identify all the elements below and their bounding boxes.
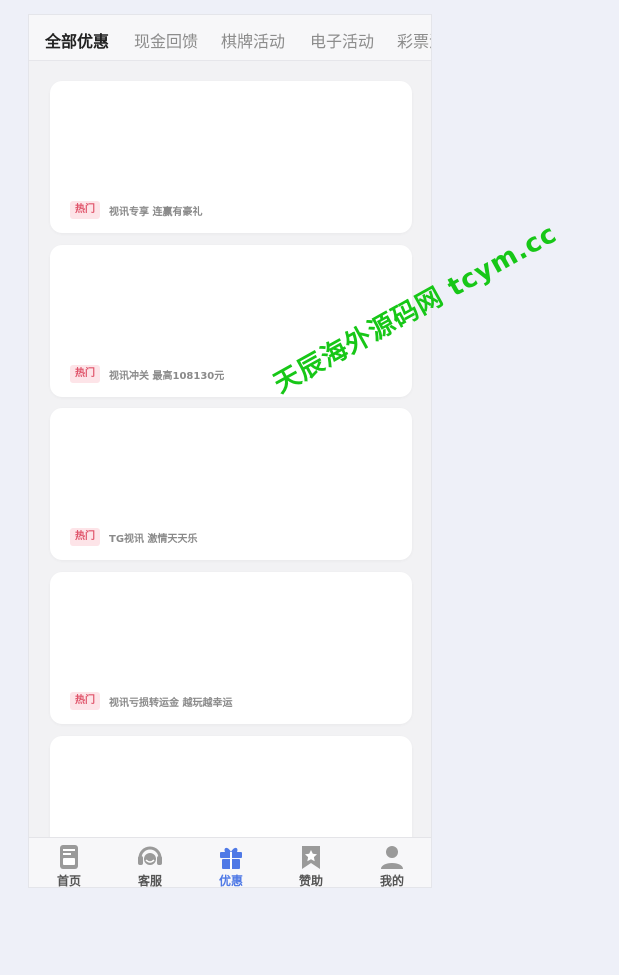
tabbar-service[interactable]: 客服 [120, 844, 180, 888]
tab-electronic[interactable]: 电子活动 [310, 31, 374, 53]
tabbar-sponsor[interactable]: 赞助 [281, 844, 341, 888]
card-footer: 热门 视讯专享 连赢有豪礼 [70, 201, 202, 219]
category-tabs: 全部优惠 现金回馈 棋牌活动 电子活动 彩票活动 [29, 15, 431, 61]
tab-lottery[interactable]: 彩票活动 [397, 31, 431, 53]
tabbar-label: 客服 [137, 874, 162, 888]
tabbar-label: 优惠 [218, 874, 243, 888]
promotion-card[interactable]: 热门 视讯专享 连赢有豪礼 [50, 81, 412, 233]
tabbar-label: 赞助 [298, 874, 323, 888]
tabbar-promotions[interactable]: 优惠 [201, 844, 261, 888]
hot-badge: 热门 [70, 528, 100, 546]
promotion-title: TG视讯 激情天天乐 [109, 533, 198, 545]
promotion-card[interactable]: 热门 视讯亏损转运金 越玩越幸运 [50, 572, 412, 724]
promotion-title: 视讯亏损转运金 越玩越幸运 [109, 697, 233, 709]
bottom-tab-bar: 首页 客服 优惠 赞助 我的 [29, 837, 431, 888]
card-footer: 热门 视讯冲关 最高108130元 [70, 365, 224, 383]
hot-badge: 热门 [70, 201, 100, 219]
app-frame: 全部优惠 现金回馈 棋牌活动 电子活动 彩票活动 热门 视讯专享 连赢有豪礼 热… [28, 14, 432, 888]
tabbar-label: 首页 [56, 874, 81, 888]
gift-icon [220, 847, 242, 869]
promotion-title: 视讯专享 连赢有豪礼 [109, 206, 203, 218]
bookmark-star-icon [302, 846, 320, 869]
promotion-card[interactable]: 热门 TG视讯 激情天天乐 [50, 408, 412, 560]
tabbar-label: 我的 [379, 874, 404, 888]
user-icon [381, 846, 403, 869]
card-footer: 热门 视讯亏损转运金 越玩越幸运 [70, 692, 232, 710]
promotion-title: 视讯冲关 最高108130元 [109, 370, 225, 382]
hot-badge: 热门 [70, 692, 100, 710]
tabbar-mine[interactable]: 我的 [362, 844, 422, 888]
tab-cash-rebate[interactable]: 现金回馈 [134, 31, 198, 53]
home-icon [60, 845, 78, 869]
hot-badge: 热门 [70, 365, 100, 383]
card-footer: 热门 TG视讯 激情天天乐 [70, 528, 198, 546]
headset-icon [138, 846, 162, 865]
tabbar-home[interactable]: 首页 [39, 844, 99, 888]
tab-card-games[interactable]: 棋牌活动 [221, 31, 285, 53]
tab-all-promotions[interactable]: 全部优惠 [45, 31, 109, 53]
